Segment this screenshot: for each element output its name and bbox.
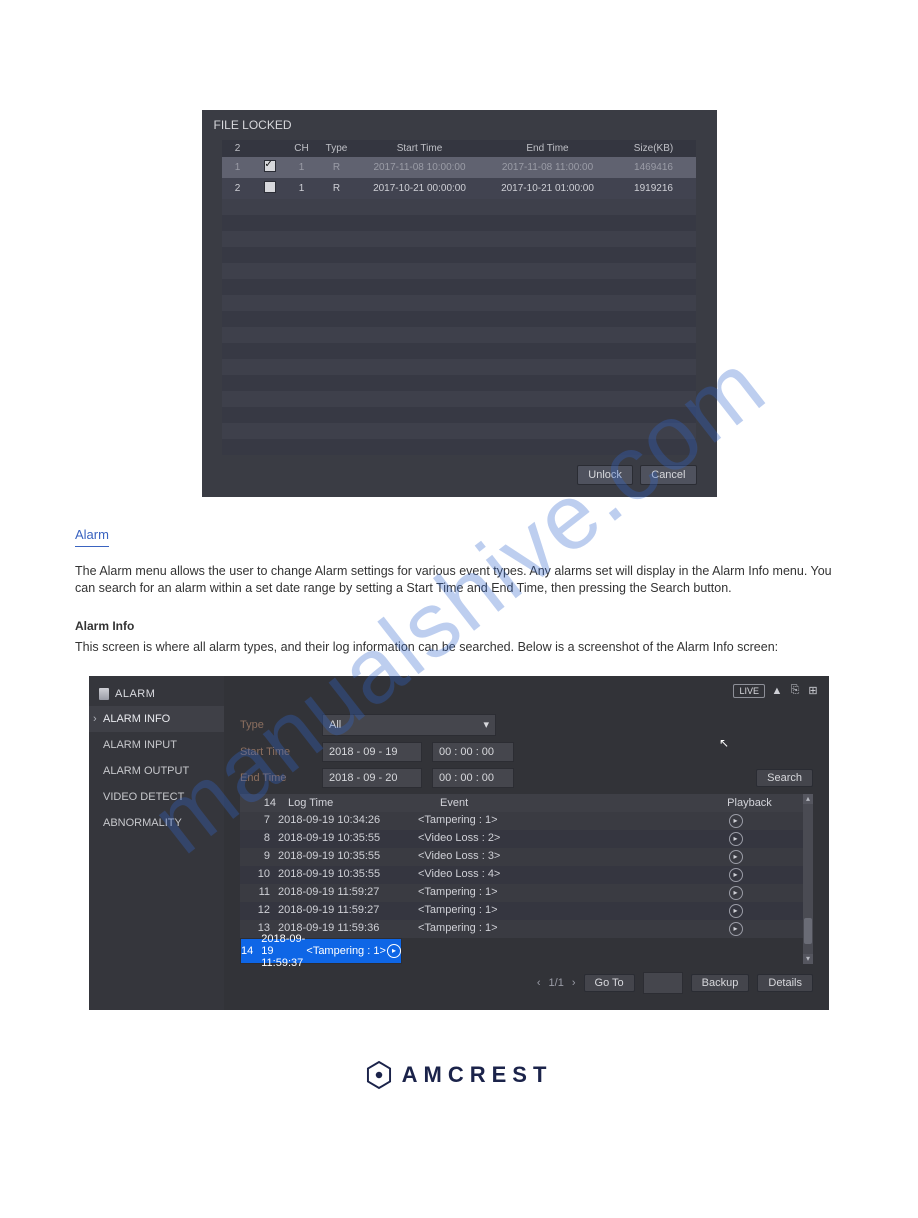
logo-text: AMCREST <box>402 1062 553 1088</box>
log-row[interactable]: 92018-09-19 10:35:55<Video Loss : 3>▸ <box>240 848 803 866</box>
pager: ‹ 1/1 › Go To Backup Details <box>240 972 813 994</box>
type-select[interactable]: All ▾ <box>322 714 496 736</box>
table-header-row: 2 CH Type Start Time End Time Size(KB) <box>222 140 696 157</box>
panel-title: FILE LOCKED <box>202 110 717 140</box>
user-icon[interactable]: ▲ <box>771 685 783 697</box>
sidebar: ALARM ALARM INFO ALARM INPUT ALARM OUTPU… <box>89 676 224 1010</box>
paragraph: This screen is where all alarm types, an… <box>75 639 845 656</box>
play-icon[interactable]: ▸ <box>729 868 743 882</box>
sidebar-item-alarm-output[interactable]: ALARM OUTPUT <box>89 758 224 784</box>
goto-input[interactable] <box>643 972 683 994</box>
prev-page-icon[interactable]: ‹ <box>537 977 541 989</box>
disk-icon <box>99 688 109 700</box>
log-row[interactable]: 72018-09-19 10:34:26<Tampering : 1>▸ <box>240 812 803 830</box>
row-checkbox[interactable] <box>254 178 286 199</box>
locked-files-table: 2 CH Type Start Time End Time Size(KB) 1… <box>222 140 696 199</box>
cancel-button[interactable]: Cancel <box>640 465 696 485</box>
page-indicator: 1/1 <box>549 977 564 989</box>
export-icon[interactable]: ⎘ <box>789 685 801 697</box>
table-row[interactable]: 2 1 R 2017-10-21 00:00:00 2017-10-21 01:… <box>222 178 696 199</box>
file-locked-panel: FILE LOCKED 2 CH Type Start Time End Tim… <box>202 110 717 497</box>
panel-footer: Unlock Cancel <box>202 455 717 497</box>
play-icon[interactable]: ▸ <box>729 832 743 846</box>
end-date-input[interactable] <box>322 768 422 788</box>
checkbox-icon[interactable] <box>264 181 276 193</box>
log-row[interactable]: 132018-09-19 11:59:36<Tampering : 1>▸ <box>240 920 803 938</box>
log-table: 14 Log Time Event Playback 72018-09-19 1… <box>240 794 813 964</box>
brand-logo: AMCREST <box>75 1060 843 1090</box>
play-icon[interactable]: ▸ <box>729 814 743 828</box>
log-header: 14 Log Time Event Playback <box>240 794 803 812</box>
subsection-heading: Alarm Info <box>75 619 843 633</box>
logo-icon <box>366 1060 392 1090</box>
paragraph: The Alarm menu allows the user to change… <box>75 563 845 597</box>
sidebar-item-alarm-info[interactable]: ALARM INFO <box>89 706 224 732</box>
log-row[interactable]: 122018-09-19 11:59:27<Tampering : 1>▸ <box>240 902 803 920</box>
scroll-down-icon[interactable]: ▾ <box>803 954 813 964</box>
end-time-row: End Time Search <box>240 768 813 788</box>
title-bar-right: LIVE ▲ ⎘ ⊞ <box>733 684 819 698</box>
col-checkbox <box>254 140 286 157</box>
section-heading: Alarm <box>75 527 109 547</box>
chevron-down-icon: ▾ <box>483 718 489 731</box>
details-button[interactable]: Details <box>757 974 813 992</box>
scrollbar-thumb[interactable] <box>804 918 812 944</box>
scroll-up-icon[interactable]: ▴ <box>803 794 813 804</box>
play-icon[interactable]: ▸ <box>729 922 743 936</box>
play-icon[interactable]: ▸ <box>387 944 401 958</box>
log-row[interactable]: 142018-09-19 11:59:37<Tampering : 1>▸ <box>240 938 402 964</box>
col-ch: CH <box>286 140 318 157</box>
live-badge[interactable]: LIVE <box>733 684 765 698</box>
alarm-panel: LIVE ▲ ⎘ ⊞ ↖ ALARM ALARM INFO ALARM INPU… <box>89 676 829 1010</box>
start-time-input[interactable] <box>432 742 514 762</box>
sidebar-item-alarm-input[interactable]: ALARM INPUT <box>89 732 224 758</box>
sidebar-item-video-detect[interactable]: VIDEO DETECT <box>89 784 224 810</box>
type-label: Type <box>240 719 312 731</box>
log-row[interactable]: 112018-09-19 11:59:27<Tampering : 1>▸ <box>240 884 803 902</box>
checkbox-icon[interactable] <box>264 160 276 172</box>
cursor-icon: ↖ <box>719 736 729 750</box>
alarm-main: Type All ▾ Start Time End Time Search 14 <box>224 676 829 1010</box>
scrollbar[interactable]: ▴ ▾ <box>803 794 813 964</box>
end-time-label: End Time <box>240 772 312 784</box>
backup-button[interactable]: Backup <box>691 974 750 992</box>
search-button[interactable]: Search <box>756 769 813 787</box>
sidebar-item-abnormality[interactable]: ABNORMALITY <box>89 810 224 836</box>
col-end: End Time <box>484 140 612 157</box>
play-icon[interactable]: ▸ <box>729 886 743 900</box>
col-type: Type <box>318 140 356 157</box>
log-row[interactable]: 82018-09-19 10:35:55<Video Loss : 2>▸ <box>240 830 803 848</box>
col-count: 2 <box>222 140 254 157</box>
log-row[interactable]: 102018-09-19 10:35:55<Video Loss : 4>▸ <box>240 866 803 884</box>
col-size: Size(KB) <box>612 140 696 157</box>
goto-button[interactable]: Go To <box>584 974 635 992</box>
play-icon[interactable]: ▸ <box>729 904 743 918</box>
table-row[interactable]: 1 1 R 2017-11-08 10:00:00 2017-11-08 11:… <box>222 157 696 178</box>
type-row: Type All ▾ <box>240 714 813 736</box>
sidebar-title: ALARM <box>89 682 224 706</box>
unlock-button[interactable]: Unlock <box>577 465 633 485</box>
start-date-input[interactable] <box>322 742 422 762</box>
end-time-input[interactable] <box>432 768 514 788</box>
play-icon[interactable]: ▸ <box>729 850 743 864</box>
next-page-icon[interactable]: › <box>572 977 576 989</box>
empty-rows <box>222 199 696 455</box>
start-time-label: Start Time <box>240 746 312 758</box>
col-start: Start Time <box>356 140 484 157</box>
grid-icon[interactable]: ⊞ <box>807 685 819 697</box>
row-checkbox[interactable] <box>254 157 286 178</box>
